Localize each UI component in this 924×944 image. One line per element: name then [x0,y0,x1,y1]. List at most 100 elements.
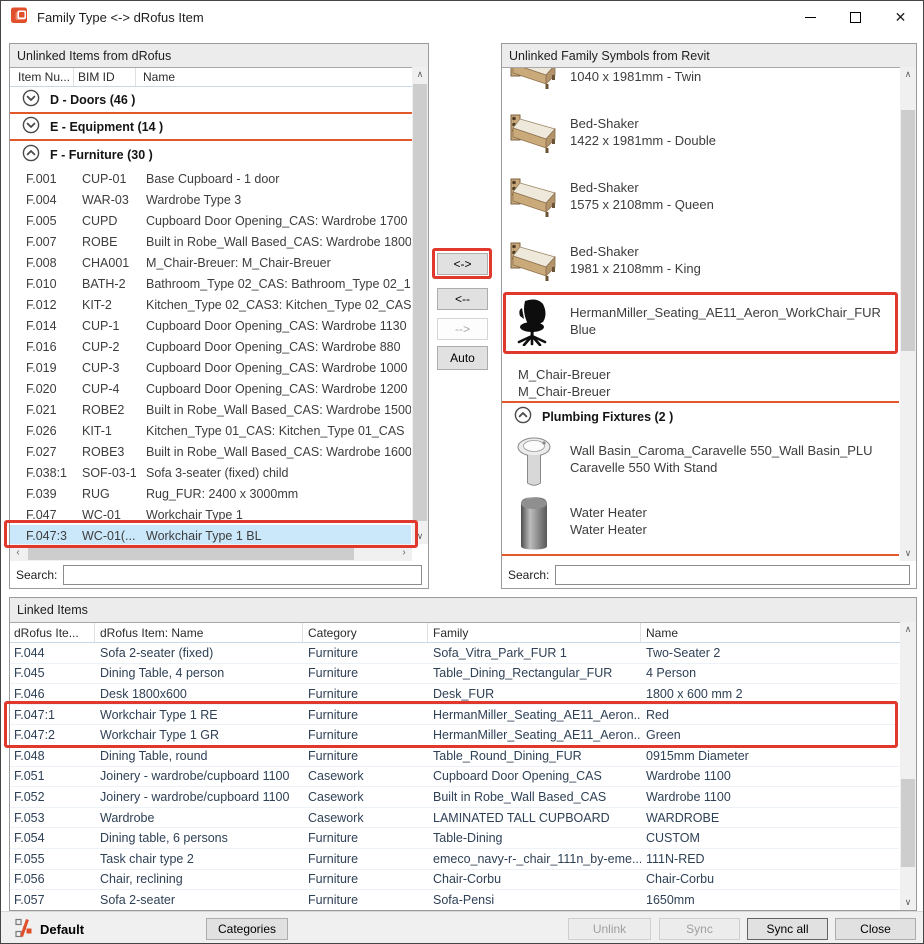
bed-icon [508,68,560,90]
unlinked-item-row[interactable]: F.010 BATH-2 Bathroom_Type 02_CAS: Bathr… [10,273,411,294]
linked-item-row[interactable]: F.057Sofa 2-seaterFurnitureSofa-Pensi165… [10,890,899,910]
group-row-expanded[interactable]: F - Furniture (30 ) [10,141,428,168]
auto-link-button[interactable]: Auto [437,346,488,370]
unlinked-item-row[interactable]: F.007 ROBE Built in Robe_Wall Based_CAS:… [10,231,411,252]
horizontal-scrollbar[interactable]: ‹ › [10,544,412,561]
column-category[interactable]: Category [303,623,428,642]
close-icon[interactable]: ✕ [878,1,923,33]
scroll-down-icon[interactable]: ∨ [900,895,916,910]
chevron-up-icon[interactable] [514,406,532,427]
type-name: CUSTOM [641,831,700,845]
h-scroll-track[interactable] [26,544,396,561]
symbol-row-hermanmiller[interactable]: HermanMiller_Seating_AE11_Aeron_WorkChai… [502,292,899,352]
v-scroll-thumb[interactable] [901,779,915,867]
unlinked-item-row[interactable]: F.005 CUPD Cupboard Door Opening_CAS: Wa… [10,210,411,231]
linked-item-row[interactable]: F.056Chair, recliningFurnitureChair-Corb… [10,870,899,891]
column-drofus-item-name[interactable]: dRofus Item: Name [95,623,303,642]
v-scroll-track[interactable] [900,82,916,546]
unlinked-item-row[interactable]: F.026 KIT-1 Kitchen_Type 01_CAS: Kitchen… [10,420,411,441]
right-vertical-scrollbar[interactable]: ∧ ∨ [900,67,916,561]
column-name[interactable]: Name [136,68,411,86]
default-profile[interactable]: Default [15,918,84,941]
symbol-row[interactable]: Wall Basin_Caroma_Caravelle 550_Wall Bas… [502,430,899,492]
unlinked-item-row[interactable]: F.027 ROBE3 Built in Robe_Wall Based_CAS… [10,441,411,462]
column-bim-id[interactable]: BIM ID [74,68,136,86]
unlinked-item-row[interactable]: F.019 CUP-3 Cupboard Door Opening_CAS: W… [10,357,411,378]
unlinked-item-row[interactable]: F.020 CUP-4 Cupboard Door Opening_CAS: W… [10,378,411,399]
linked-item-row[interactable]: F.044Sofa 2-seater (fixed)FurnitureSofa_… [10,643,899,664]
group-row-collapsed[interactable]: E - Equipment (14 ) [10,114,428,141]
linked-item-row[interactable]: F.051Joinery - wardrobe/cupboard 1100Cas… [10,767,899,788]
linked-item-row[interactable]: F.052Joinery - wardrobe/cupboard 1100Cas… [10,787,899,808]
column-name[interactable]: Name [641,623,899,642]
linked-item-row[interactable]: F.048Dining Table, roundFurnitureTable_R… [10,746,899,767]
bim-id: RUG [74,487,136,501]
close-button[interactable]: Close [835,918,916,940]
symbol-row[interactable]: Bed-Shaker1575 x 2108mm - Queen [502,164,899,228]
link-left-button[interactable]: <-- [437,288,488,310]
drofus-item-name: Chair, reclining [95,872,303,886]
h-scroll-thumb[interactable] [28,545,354,560]
right-search-input[interactable] [555,565,910,585]
unlinked-item-row[interactable]: F.008 CHA001 M_Chair-Breuer: M_Chair-Bre… [10,252,411,273]
bim-id: WAR-03 [74,193,136,207]
column-drofus-item[interactable]: dRofus Ite... [10,623,95,642]
category: Casework [303,811,428,825]
scroll-down-icon[interactable]: ∨ [412,529,428,544]
maximize-icon[interactable] [833,1,878,33]
office-chair-icon [510,298,558,346]
symbol-row[interactable]: Bed-Shaker1422 x 1981mm - Double [502,100,899,164]
bed-icon [508,110,560,154]
left-vertical-scrollbar[interactable]: ∧ ∨ [412,67,428,544]
v-scroll-track[interactable] [900,637,916,895]
scroll-right-icon[interactable]: › [396,544,412,561]
unlinked-item-row[interactable]: F.012 KIT-2 Kitchen_Type 02_CAS3: Kitche… [10,294,411,315]
unlinked-item-row[interactable]: F.039 RUG Rug_FUR: 2400 x 3000mm [10,483,411,504]
linked-item-row[interactable]: F.055Task chair type 2Furnitureemeco_nav… [10,849,899,870]
chevron-down-icon[interactable] [22,116,40,137]
group-row-plumbing[interactable]: Plumbing Fixtures (2 ) [502,403,899,430]
linked-items-panel-title: Linked Items [10,598,916,623]
column-family[interactable]: Family [428,623,641,642]
v-scroll-thumb[interactable] [901,110,915,351]
unlinked-item-row[interactable]: F.004 WAR-03 Wardrobe Type 3 [10,189,411,210]
unlinked-item-row[interactable]: F.047 WC-01 Workchair Type 1 [10,504,411,525]
linked-item-row[interactable]: F.046Desk 1800x600FurnitureDesk_FUR1800 … [10,684,899,705]
categories-button[interactable]: Categories [206,918,288,940]
chevron-down-icon[interactable] [22,89,40,110]
unlinked-item-row[interactable]: F.047:3 WC-01(... Workchair Type 1 BL [10,525,411,544]
group-row-collapsed[interactable]: D - Doors (46 ) [10,87,428,114]
linked-item-row[interactable]: F.047:2Workchair Type 1 GRFurnitureHerma… [10,725,899,746]
scroll-up-icon[interactable]: ∧ [900,622,916,637]
scroll-up-icon[interactable]: ∧ [412,67,428,82]
symbol-row[interactable]: Bed-Shaker1981 x 2108mm - King [502,228,899,292]
unlinked-item-row[interactable]: F.016 CUP-2 Cupboard Door Opening_CAS: W… [10,336,411,357]
linked-item-row[interactable]: F.047:1Workchair Type 1 REFurnitureHerma… [10,705,899,726]
scroll-left-icon[interactable]: ‹ [10,544,26,561]
link-both-button[interactable]: <-> [437,253,488,275]
unlinked-item-row[interactable]: F.021 ROBE2 Built in Robe_Wall Based_CAS… [10,399,411,420]
column-item-number[interactable]: Item Nu... [10,68,74,86]
chevron-up-icon[interactable] [22,144,40,165]
v-scroll-track[interactable] [412,82,428,529]
unlinked-item-row[interactable]: F.001 CUP-01 Base Cupboard - 1 door [10,168,411,189]
symbol-row-text-only[interactable]: M_Chair-BreuerM_Chair-Breuer [502,352,899,403]
item-name: Built in Robe_Wall Based_CAS: Wardrobe 1… [136,403,411,417]
symbol-row[interactable]: Water HeaterWater Heater [502,492,899,556]
linked-vertical-scrollbar[interactable]: ∧ ∨ [900,622,916,910]
drofus-item-name: Dining Table, 4 person [95,666,303,680]
unlinked-item-row[interactable]: F.014 CUP-1 Cupboard Door Opening_CAS: W… [10,315,411,336]
title-bar: Family Type <-> dRofus Item ✕ [1,1,923,33]
scroll-down-icon[interactable]: ∨ [900,546,916,561]
minimize-icon[interactable] [788,1,833,33]
symbol-row-partial[interactable]: Bed-Shaker1040 x 1981mm - Twin [502,68,899,100]
v-scroll-thumb[interactable] [413,84,427,521]
scroll-up-icon[interactable]: ∧ [900,67,916,82]
linked-item-row[interactable]: F.053WardrobeCaseworkLAMINATED TALL CUPB… [10,808,899,829]
item-number: F.027 [10,445,74,459]
linked-item-row[interactable]: F.045Dining Table, 4 personFurnitureTabl… [10,664,899,685]
left-search-input[interactable] [63,565,422,585]
linked-item-row[interactable]: F.054Dining table, 6 personsFurnitureTab… [10,828,899,849]
sync-all-button[interactable]: Sync all [747,918,828,940]
unlinked-item-row[interactable]: F.038:1 SOF-03-1 Sofa 3-seater (fixed) c… [10,462,411,483]
